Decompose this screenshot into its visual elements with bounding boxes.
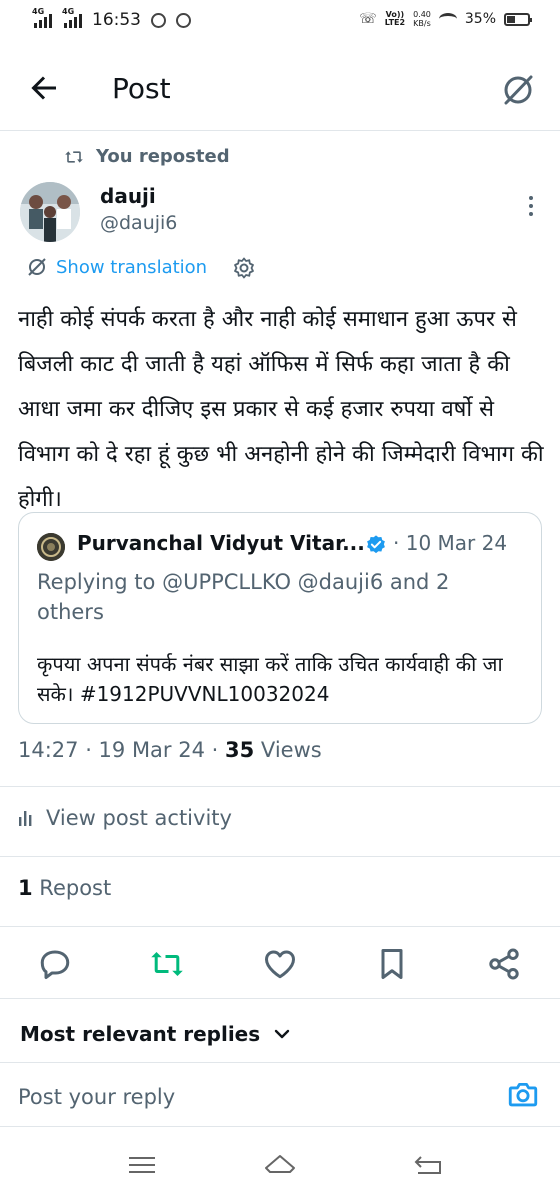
quote-author-name: Purvanchal Vidyut Vitar... [77,531,365,555]
network-speed: 0.40 KB/s [413,10,431,28]
divider [0,786,560,787]
view-post-activity-button[interactable]: View post activity [18,806,232,830]
chevron-down-icon [274,1029,290,1039]
replies-sort-button[interactable]: Most relevant replies [20,1022,290,1046]
reply-icon[interactable] [37,946,73,982]
quote-date: · 10 Mar 24 [393,531,508,555]
divider [0,856,560,857]
repost-icon[interactable] [149,946,185,982]
show-translation-button[interactable]: Show translation [26,256,207,278]
reposted-context: You reposted [64,146,230,167]
post-text: नाही कोई संपर्क करता है और नाही कोई समाध… [18,307,544,512]
more-vertical-icon[interactable] [528,196,534,218]
status-bar: 4G 4G 16:53 ☏ Vo)) LTE2 0.40 KB/s 35% [0,0,560,44]
author-handle[interactable]: @dauji6 [100,212,177,234]
divider [0,1062,560,1063]
network-type-2: 4G [62,7,75,16]
post-timestamp: 14:27 · 19 Mar 24 · [18,738,225,762]
show-translation-label: Show translation [56,256,208,278]
home-icon[interactable] [262,1150,298,1180]
menu-icon[interactable] [124,1150,160,1180]
view-post-activity-label: View post activity [46,806,232,830]
whatsapp-icon [151,12,166,28]
signal-2-icon: 4G [62,7,82,28]
battery-percent: 35% [464,11,496,27]
battery-icon [504,12,532,26]
author-name[interactable]: dauji [100,184,156,208]
reposted-label: You reposted [96,146,230,167]
page-title: Post [112,72,171,105]
repost-count[interactable]: 1 Repost [18,876,111,900]
reply-input[interactable] [18,1080,478,1114]
divider [0,130,560,131]
whatsapp-icon [176,12,191,28]
gear-icon[interactable] [232,256,256,280]
avatar[interactable] [20,182,80,242]
wifi-calling-icon: ☏ [359,11,377,27]
clock: 16:53 [92,10,141,30]
quote-text: कृपया अपना संपर्क नंबर साझा करें ताकि उच… [37,652,503,706]
repost-count-value: 1 [18,876,33,900]
grok-icon[interactable] [498,70,538,110]
bookmark-icon[interactable] [374,946,410,982]
share-icon[interactable] [486,946,522,982]
signal-1-icon: 4G [32,7,52,28]
views-label: Views [254,738,322,762]
repost-count-label: Repost [32,876,112,900]
back-icon[interactable] [410,1150,446,1180]
translate-icon [28,258,46,276]
repost-icon [65,150,83,163]
wifi-icon [438,13,457,25]
system-nav-bar [0,1128,560,1200]
status-left: 4G 4G 16:53 [32,7,191,30]
quote-avatar [37,533,65,561]
quote-replying-to: Replying to @UPPCLLKO @dauji6 and 2 othe… [37,570,450,624]
divider [0,998,560,999]
post-meta: 14:27 · 19 Mar 24 · 35 Views [18,738,322,762]
arrow-left-icon[interactable] [26,70,62,106]
heart-icon[interactable] [262,946,298,982]
volte-indicator: Vo)) LTE2 [384,10,406,27]
bar-chart-icon [19,811,32,826]
views-count: 35 [225,738,255,762]
action-bar [0,940,560,988]
camera-icon[interactable] [506,1078,540,1112]
quoted-post[interactable]: Purvanchal Vidyut Vitar... · 10 Mar 24 R… [18,512,542,724]
reply-composer [0,1064,560,1126]
divider [0,1126,560,1127]
verified-badge-icon [367,535,385,554]
divider [0,926,560,927]
status-right: ☏ Vo)) LTE2 0.40 KB/s 35% [359,10,532,28]
replies-sort-label: Most relevant replies [20,1022,261,1046]
network-type-1: 4G [32,7,45,16]
top-app-bar: Post [0,56,560,122]
